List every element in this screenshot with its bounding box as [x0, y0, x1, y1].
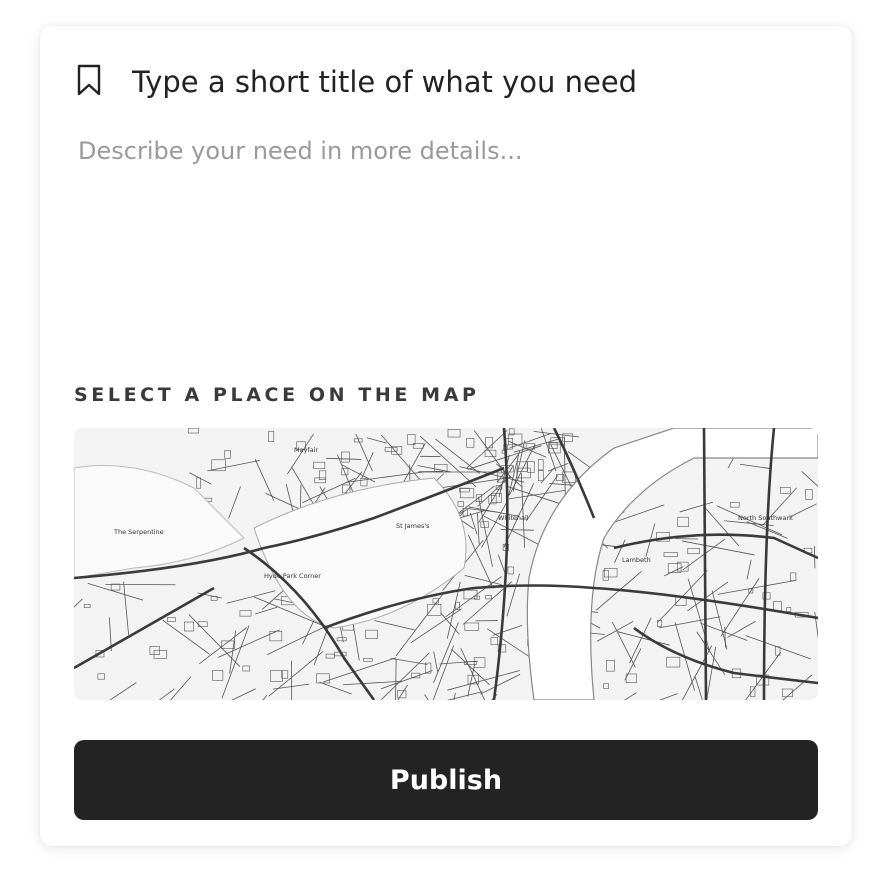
post-need-card: SELECT A PLACE ON THE MAP Mayfair St Jame…: [40, 26, 852, 846]
map-place-label: Mayfair: [294, 446, 319, 454]
description-input[interactable]: [78, 134, 814, 354]
map-place-label: The Serpentine: [113, 528, 164, 536]
map-place-label: Hyde Park Corner: [264, 572, 321, 580]
title-input[interactable]: [132, 60, 812, 104]
map-place-label: Whitehall: [498, 514, 529, 522]
title-row: [76, 64, 102, 96]
map-place-label: Lambeth: [622, 556, 651, 564]
map-image: Mayfair St James's Hyde Park Corner Whiteha…: [74, 428, 818, 700]
map-section-label: SELECT A PLACE ON THE MAP: [74, 384, 480, 406]
map-place-label: North Southwark: [738, 514, 793, 522]
bookmark-icon: [76, 64, 102, 96]
map-place-label: St James's: [396, 522, 430, 530]
map-picker[interactable]: Mayfair St James's Hyde Park Corner Whiteha…: [74, 428, 818, 700]
publish-button[interactable]: Publish: [74, 740, 818, 820]
